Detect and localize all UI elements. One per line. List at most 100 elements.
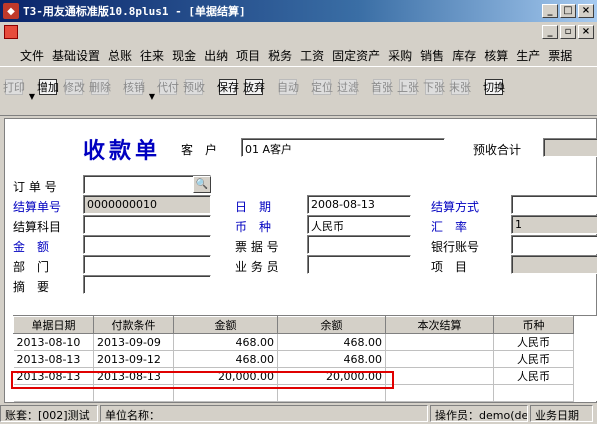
- bank-account-label: 银行账号: [431, 240, 480, 254]
- menu-item[interactable]: 现金: [168, 47, 200, 64]
- save-button[interactable]: 保存: [216, 79, 240, 113]
- table-cell-terms[interactable]: 2013-08-13: [93, 367, 174, 385]
- settlement-grid: 单据日期 付款条件 金额 余额 本次结算 币种 2013-08-10 2013-09-09 4…: [13, 315, 597, 402]
- table-cell-amount[interactable]: 468.00: [173, 350, 278, 368]
- filter-button[interactable]: 过滤: [336, 79, 360, 113]
- table-cell-terms[interactable]: 2013-09-09: [93, 333, 174, 351]
- menu-item[interactable]: 核算: [480, 47, 512, 64]
- agent-button[interactable]: 代付: [156, 79, 180, 113]
- mdi-document-icon[interactable]: [4, 25, 18, 39]
- table-cell-empty: [173, 384, 278, 402]
- table-cell-empty: [93, 384, 174, 402]
- menu-item[interactable]: 固定资产: [328, 47, 384, 64]
- table-cell-balance[interactable]: 20,000.00: [277, 367, 386, 385]
- table-row[interactable]: 2013-08-10 2013-09-09 468.00 468.00 人民币: [13, 333, 574, 351]
- column-header[interactable]: 金额: [173, 316, 278, 334]
- date-field[interactable]: 2008-08-13: [307, 195, 411, 214]
- auto-button[interactable]: 自动: [276, 79, 300, 113]
- salesman-field[interactable]: [307, 255, 411, 274]
- table-cell-currency[interactable]: 人民币: [493, 367, 574, 385]
- writeoff-button[interactable]: 核销: [122, 79, 146, 113]
- prev-button[interactable]: 上张: [396, 79, 420, 113]
- amount-label: 金 额: [13, 240, 50, 254]
- bank-account-field[interactable]: [511, 235, 597, 254]
- summary-field[interactable]: [83, 275, 211, 294]
- dropdown-arrow-icon[interactable]: ▼: [28, 79, 36, 113]
- modify-button[interactable]: 修改: [62, 79, 86, 113]
- table-cell-currency[interactable]: 人民币: [493, 350, 574, 368]
- table-cell-amount[interactable]: 468.00: [173, 333, 278, 351]
- column-header[interactable]: 余额: [277, 316, 386, 334]
- settle-no-field: 0000000010: [83, 195, 211, 214]
- menu-item[interactable]: 出纳: [200, 47, 232, 64]
- table-cell-doc-date[interactable]: 2013-08-13: [13, 367, 94, 385]
- table-row[interactable]: 2013-08-13 2013-09-12 468.00 468.00 人民币: [13, 350, 574, 368]
- settle-subject-field[interactable]: [83, 215, 211, 234]
- discard-button[interactable]: 放弃: [242, 79, 266, 113]
- column-header[interactable]: 币种: [493, 316, 574, 334]
- agent-label: 代付: [157, 81, 179, 94]
- status-unit: 单位名称：: [100, 405, 428, 422]
- menu-item[interactable]: 采购: [384, 47, 416, 64]
- filter-label: 过滤: [337, 81, 359, 94]
- print-button[interactable]: 打印: [2, 79, 26, 113]
- first-button[interactable]: 首张: [370, 79, 394, 113]
- column-header[interactable]: 本次结算: [385, 316, 494, 334]
- column-header[interactable]: 付款条件: [93, 316, 174, 334]
- add-button[interactable]: 增加: [36, 79, 60, 113]
- table-cell-balance[interactable]: 468.00: [277, 333, 386, 351]
- menu-item[interactable]: 税务: [264, 47, 296, 64]
- table-cell-empty: [277, 384, 386, 402]
- switch-button[interactable]: 切换: [482, 79, 506, 113]
- menu-item[interactable]: 文件: [16, 47, 48, 64]
- first-label: 首张: [371, 81, 393, 94]
- prepay-total-label: 预收合计: [473, 143, 522, 157]
- table-cell-doc-date[interactable]: 2013-08-10: [13, 333, 94, 351]
- table-cell-doc-date[interactable]: 2013-08-13: [13, 350, 94, 368]
- menu-item[interactable]: 总账: [104, 47, 136, 64]
- menu-item[interactable]: 基础设置: [48, 47, 104, 64]
- maximize-button[interactable]: □: [560, 4, 576, 18]
- last-button[interactable]: 末张: [448, 79, 472, 113]
- dept-field[interactable]: [83, 255, 211, 274]
- menu-item[interactable]: 工资: [296, 47, 328, 64]
- mdi-controls: _ ▫ ×: [0, 22, 597, 42]
- prepay-button[interactable]: 预收: [182, 79, 206, 113]
- menu-item[interactable]: 票据: [544, 47, 576, 64]
- search-icon[interactable]: 🔍: [193, 176, 211, 193]
- order-no-field[interactable]: [83, 175, 211, 194]
- bill-no-field[interactable]: [307, 235, 411, 254]
- menu-item[interactable]: 销售: [416, 47, 448, 64]
- column-header[interactable]: 单据日期: [13, 316, 94, 334]
- delete-button[interactable]: 删除: [88, 79, 112, 113]
- table-row[interactable]: 2013-08-13 2013-08-13 20,000.00 20,000.00 人民…: [13, 367, 574, 385]
- menu-item[interactable]: 项目: [232, 47, 264, 64]
- mdi-close-button[interactable]: ×: [578, 25, 594, 39]
- table-cell-currency[interactable]: 人民币: [493, 333, 574, 351]
- table-cell-settle[interactable]: [385, 350, 494, 368]
- locate-button[interactable]: 定位: [310, 79, 334, 113]
- print-label: 打印: [3, 81, 25, 94]
- customer-field[interactable]: 01 A客户: [241, 138, 445, 157]
- menu-item[interactable]: 往来: [136, 47, 168, 64]
- amount-field[interactable]: [83, 235, 211, 254]
- next-button[interactable]: 下张: [422, 79, 446, 113]
- window-title: T3-用友通标准版10.8plus1 - [单据结算]: [23, 5, 246, 18]
- table-cell-settle[interactable]: [385, 367, 494, 385]
- close-button[interactable]: ×: [578, 4, 594, 18]
- auto-label: 自动: [277, 81, 299, 94]
- table-cell-amount[interactable]: 20,000.00: [173, 367, 278, 385]
- settle-method-field[interactable]: [511, 195, 597, 214]
- dropdown-arrow-icon[interactable]: ▼: [148, 79, 156, 113]
- table-cell-balance[interactable]: 468.00: [277, 350, 386, 368]
- table-cell-settle[interactable]: [385, 333, 494, 351]
- currency-field[interactable]: 人民币: [307, 215, 411, 234]
- mdi-restore-button[interactable]: ▫: [560, 25, 576, 39]
- minimize-button[interactable]: _: [542, 4, 558, 18]
- last-label: 末张: [449, 81, 471, 94]
- menu-item[interactable]: 库存: [448, 47, 480, 64]
- menu-item[interactable]: 生产: [512, 47, 544, 64]
- toolbar-separator: [114, 79, 122, 113]
- mdi-minimize-button[interactable]: _: [542, 25, 558, 39]
- table-cell-terms[interactable]: 2013-09-12: [93, 350, 174, 368]
